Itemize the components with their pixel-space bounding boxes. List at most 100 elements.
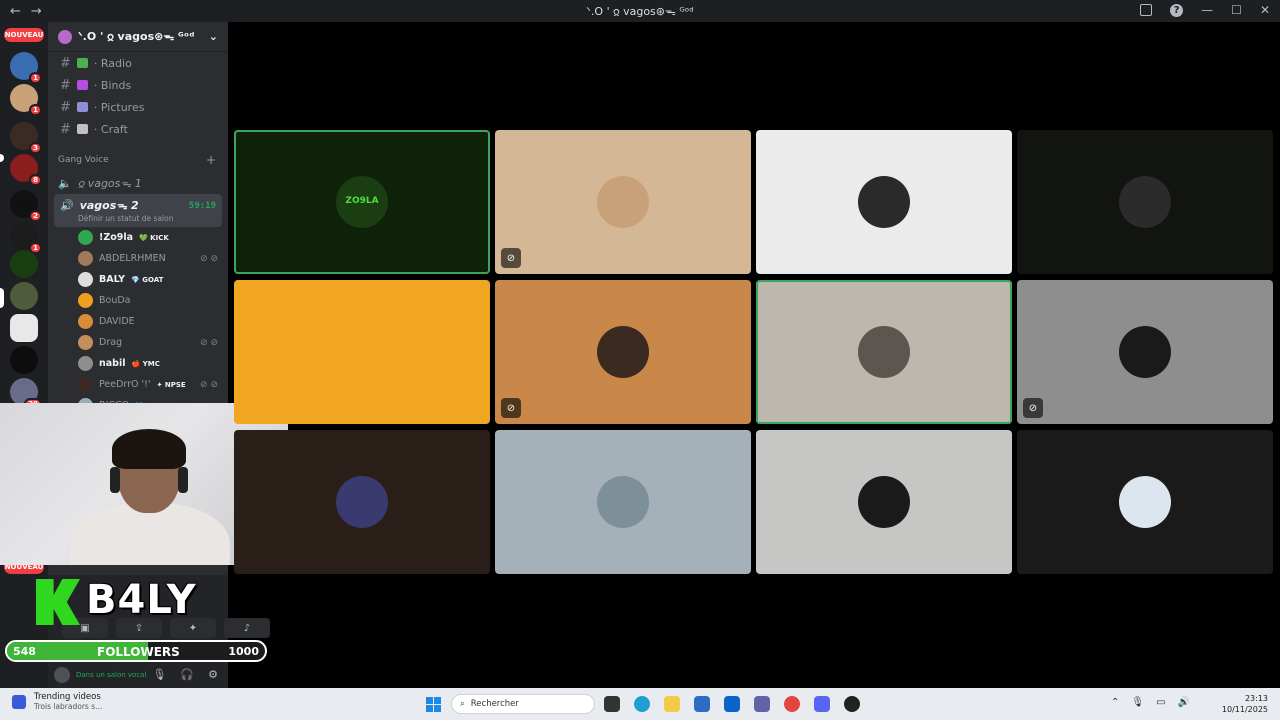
window-title: ᐠ.O ' 𐍉 vagos⊛ᯓ ᴳᵒᵈ bbox=[586, 4, 694, 18]
text-channel[interactable]: # · Pictures bbox=[48, 96, 228, 118]
call-timer: 59:19 bbox=[188, 200, 216, 211]
server-icon-ymc[interactable] bbox=[10, 346, 38, 374]
edge-icon[interactable] bbox=[634, 696, 650, 712]
video-tile[interactable] bbox=[234, 280, 490, 424]
voice-status-text: Dans un salon vocal bbox=[76, 670, 147, 679]
voice-member[interactable]: PeeDrrO '!' ✦ NPSE ⊘ ⊘ bbox=[48, 374, 228, 395]
new-badge: NOUVEAU bbox=[4, 28, 44, 42]
text-channel[interactable]: # · Binds bbox=[48, 74, 228, 96]
voice-member[interactable]: nabil 🍎 YMC bbox=[48, 353, 228, 374]
chevron-up-icon[interactable]: ⌃ bbox=[1111, 697, 1119, 708]
outlook-icon[interactable] bbox=[724, 696, 740, 712]
video-tile[interactable] bbox=[1017, 430, 1273, 574]
taskbar-search[interactable]: ⌕ Rechercher bbox=[451, 694, 595, 714]
headset-left bbox=[110, 467, 120, 493]
member-guild-tag: 💎 GOAT bbox=[131, 275, 164, 284]
back-arrow-icon[interactable]: ← bbox=[10, 4, 21, 19]
video-tile[interactable] bbox=[495, 430, 751, 574]
windows-start-icon[interactable] bbox=[426, 697, 441, 712]
forward-arrow-icon[interactable]: → bbox=[31, 4, 42, 19]
video-tile[interactable]: ZO9LA bbox=[234, 130, 490, 274]
search-icon: ⌕ bbox=[460, 699, 465, 709]
video-tile[interactable] bbox=[756, 130, 1012, 274]
voice-channel-name: vagosᯓ 2 bbox=[79, 199, 139, 212]
video-tile[interactable] bbox=[756, 430, 1012, 574]
video-tile[interactable]: ⊘ bbox=[1017, 280, 1273, 424]
teams-icon[interactable] bbox=[754, 696, 770, 712]
text-channel[interactable]: # · Craft bbox=[48, 118, 228, 140]
member-name: nabil bbox=[99, 358, 126, 369]
voice-member[interactable]: BALY 💎 GOAT bbox=[48, 269, 228, 290]
server-icon[interactable]: 1 bbox=[10, 222, 42, 254]
participant-avatar bbox=[858, 326, 910, 378]
user-bar: Dans un salon vocal 🎙 🎧 ⚙ bbox=[48, 661, 228, 688]
speaker-icon: 🔊 bbox=[60, 199, 74, 212]
member-name: PeeDrrO '!' bbox=[99, 379, 151, 390]
video-tile[interactable] bbox=[234, 430, 490, 574]
server-icon[interactable]: 2 bbox=[10, 190, 42, 222]
participant-avatar bbox=[336, 326, 388, 378]
text-channel[interactable]: # · Radio bbox=[48, 52, 228, 74]
news-widget[interactable]: Trending videos Trois labradors s... bbox=[12, 692, 102, 711]
voice-member[interactable]: ABDELRHMEN ⊘ ⊘ bbox=[48, 248, 228, 269]
discord-icon[interactable] bbox=[814, 696, 830, 712]
help-icon[interactable]: ? bbox=[1170, 3, 1184, 17]
video-tile[interactable] bbox=[1017, 130, 1273, 274]
category-header[interactable]: Gang Voice + bbox=[48, 148, 228, 172]
server-icon-vagos[interactable] bbox=[10, 282, 38, 310]
headset-icon[interactable]: 🎧 bbox=[180, 668, 194, 681]
voice-channel[interactable]: 🔈 𐍉 vagosᯓ 1 bbox=[48, 172, 228, 194]
server-icon[interactable] bbox=[10, 250, 38, 278]
member-name: ABDELRHMEN bbox=[99, 253, 166, 264]
channel-emoji bbox=[76, 102, 88, 112]
task-view-icon[interactable] bbox=[604, 696, 620, 712]
app-icon[interactable] bbox=[844, 696, 860, 712]
soundboard-button[interactable]: ♪ bbox=[224, 618, 270, 638]
server-icon[interactable]: 8 bbox=[10, 154, 42, 186]
close-button[interactable]: ✕ bbox=[1260, 3, 1270, 17]
kick-logo-icon bbox=[36, 579, 80, 625]
video-tile[interactable]: ⊘ bbox=[495, 280, 751, 424]
voice-member[interactable]: Drag ⊘ ⊘ bbox=[48, 332, 228, 353]
voice-channel-active[interactable]: 🔊 vagosᯓ 2 59:19 Définir un statut de sa… bbox=[54, 194, 222, 227]
participant-avatar: ZO9LA bbox=[336, 176, 388, 228]
member-avatar bbox=[78, 293, 93, 308]
voice-member[interactable]: DAVIDE bbox=[48, 311, 228, 332]
video-tile[interactable] bbox=[756, 280, 1012, 424]
avatar-logo-text: ZO9LA bbox=[345, 196, 379, 206]
hash-icon: # bbox=[60, 77, 71, 93]
video-tile[interactable]: ⊘ bbox=[495, 130, 751, 274]
member-avatar bbox=[78, 230, 93, 245]
hash-icon: # bbox=[60, 55, 71, 71]
member-name: BouDa bbox=[99, 295, 131, 306]
settings-gear-icon[interactable]: ⚙ bbox=[208, 668, 218, 681]
video-icon bbox=[12, 694, 26, 709]
dm-avatar[interactable]: 1 bbox=[10, 84, 42, 116]
add-channel-icon[interactable]: + bbox=[206, 153, 216, 167]
voice-member[interactable]: !Zo9la 💚 KICK bbox=[48, 227, 228, 248]
volume-icon[interactable]: 🔊 bbox=[1178, 697, 1190, 708]
member-guild-tag: 🍎 YMC bbox=[131, 359, 160, 368]
dm-avatar[interactable]: 3 bbox=[10, 122, 42, 154]
maximize-button[interactable]: ☐ bbox=[1231, 3, 1242, 17]
file-explorer-icon[interactable] bbox=[664, 696, 680, 712]
server-icon[interactable] bbox=[10, 314, 38, 342]
server-icon[interactable]: 20 bbox=[10, 378, 42, 410]
user-avatar[interactable] bbox=[54, 666, 70, 683]
clock[interactable]: 23:13 10/11/2025 bbox=[1222, 693, 1268, 715]
camera-off-icon: ⊘ bbox=[501, 248, 521, 268]
store-icon[interactable] bbox=[694, 696, 710, 712]
server-icon[interactable]: 1 bbox=[10, 52, 42, 84]
server-header[interactable]: ᐠ.O ' 𐍉 vagos⊛ᯓ ᴳᵒᵈ ⌄ bbox=[48, 22, 228, 52]
mic-icon[interactable]: 🎙 bbox=[1131, 697, 1144, 708]
chrome-icon[interactable] bbox=[784, 696, 800, 712]
participant-avatar bbox=[336, 476, 388, 528]
mic-icon[interactable]: 🎙 bbox=[152, 668, 166, 681]
channel-status[interactable]: Définir un statut de salon bbox=[78, 214, 216, 223]
voice-member[interactable]: BouDa bbox=[48, 290, 228, 311]
inbox-icon[interactable] bbox=[1140, 4, 1153, 16]
time: 23:13 bbox=[1244, 694, 1268, 703]
date: 10/11/2025 bbox=[1221, 705, 1268, 714]
display-icon[interactable]: ▭ bbox=[1156, 697, 1165, 708]
minimize-button[interactable]: — bbox=[1201, 3, 1213, 17]
